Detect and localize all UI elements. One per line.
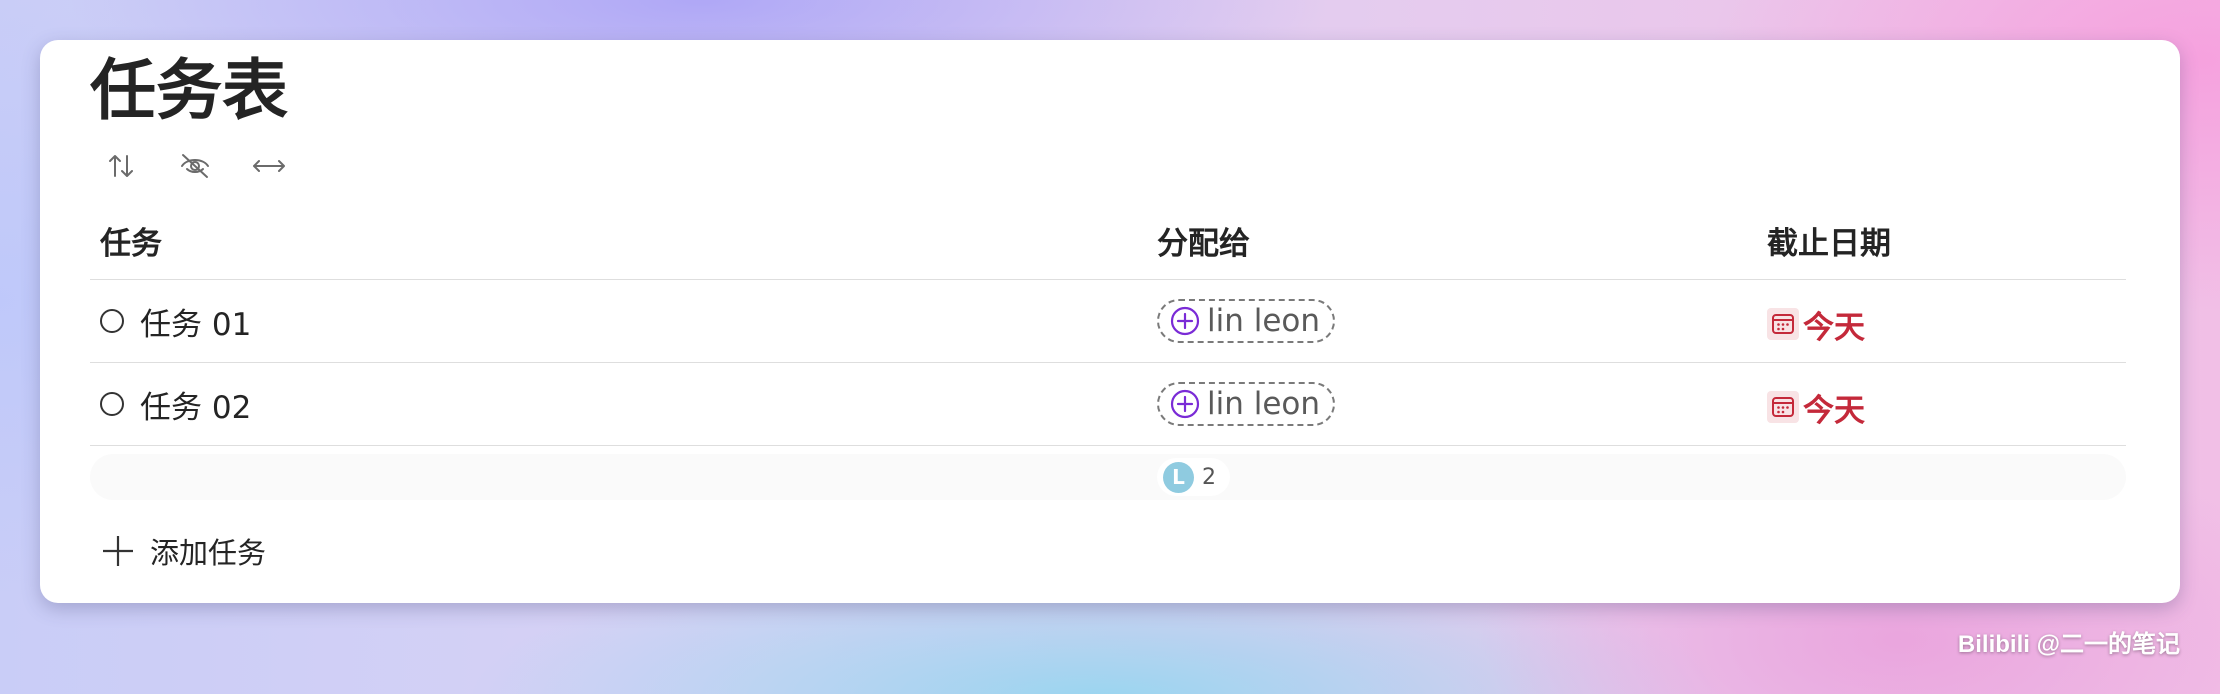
hide-fields-button[interactable] — [172, 146, 218, 186]
due-date-cell: 今天 — [1767, 363, 1865, 445]
assignee-pill[interactable]: lin leon — [1157, 299, 1336, 343]
assignee-name: lin leon — [1207, 386, 1321, 422]
page-title: 任务表 — [90, 52, 288, 129]
resize-columns-icon — [253, 160, 285, 172]
toolbar — [98, 146, 292, 186]
assignee-name: lin leon — [1207, 303, 1321, 339]
task-name[interactable]: 任务 02 — [140, 382, 251, 427]
column-header-task[interactable]: 任务 — [100, 202, 162, 279]
due-date-label: 今天 — [1803, 309, 1865, 346]
sort-icon — [109, 155, 133, 177]
column-header-due-date[interactable]: 截止日期 — [1767, 202, 1891, 279]
task-name[interactable]: 任务 01 — [140, 299, 251, 344]
due-date[interactable]: 今天 — [1767, 385, 1865, 430]
calendar-icon — [1767, 308, 1799, 340]
assignee-count: 2 — [1202, 464, 1216, 490]
plus-icon — [103, 536, 133, 566]
due-date-label: 今天 — [1803, 392, 1865, 429]
task-table: 任务 分配给 截止日期 任务 01 lin leon 今天 任务 02 lin … — [90, 202, 2126, 446]
assignee-cell: lin leon — [1157, 363, 1336, 445]
hide-icon — [181, 154, 209, 178]
sort-button[interactable] — [98, 146, 144, 186]
column-width-button[interactable] — [246, 146, 292, 186]
add-circle-icon — [1170, 306, 1200, 336]
task-cell: 任务 01 — [100, 280, 251, 362]
assignee-summary[interactable]: L 2 — [1157, 458, 1230, 496]
assignee-cell: lin leon — [1157, 280, 1336, 362]
add-circle-icon — [1170, 389, 1200, 419]
add-task-button[interactable]: 添加任务 — [100, 530, 266, 572]
avatar: L — [1163, 461, 1194, 493]
complete-checkbox[interactable] — [100, 309, 124, 333]
table-header: 任务 分配给 截止日期 — [90, 202, 2126, 280]
table-row[interactable]: 任务 01 lin leon 今天 — [90, 280, 2126, 363]
due-date-cell: 今天 — [1767, 280, 1865, 362]
add-task-label: 添加任务 — [150, 536, 267, 570]
calendar-icon — [1767, 391, 1799, 423]
summary-row: L 2 — [90, 454, 2126, 500]
complete-checkbox[interactable] — [100, 392, 124, 416]
watermark: Bilibili @二一的笔记 — [1957, 631, 2180, 658]
column-header-assignee[interactable]: 分配给 — [1157, 202, 1250, 279]
table-row[interactable]: 任务 02 lin leon 今天 — [90, 363, 2126, 446]
due-date[interactable]: 今天 — [1767, 302, 1865, 347]
task-table-card: 任务表 任务 分配给 截止日期 任务 01 lin leon 今天 任务 02 … — [40, 40, 2180, 603]
task-cell: 任务 02 — [100, 363, 251, 445]
assignee-pill[interactable]: lin leon — [1157, 382, 1336, 426]
